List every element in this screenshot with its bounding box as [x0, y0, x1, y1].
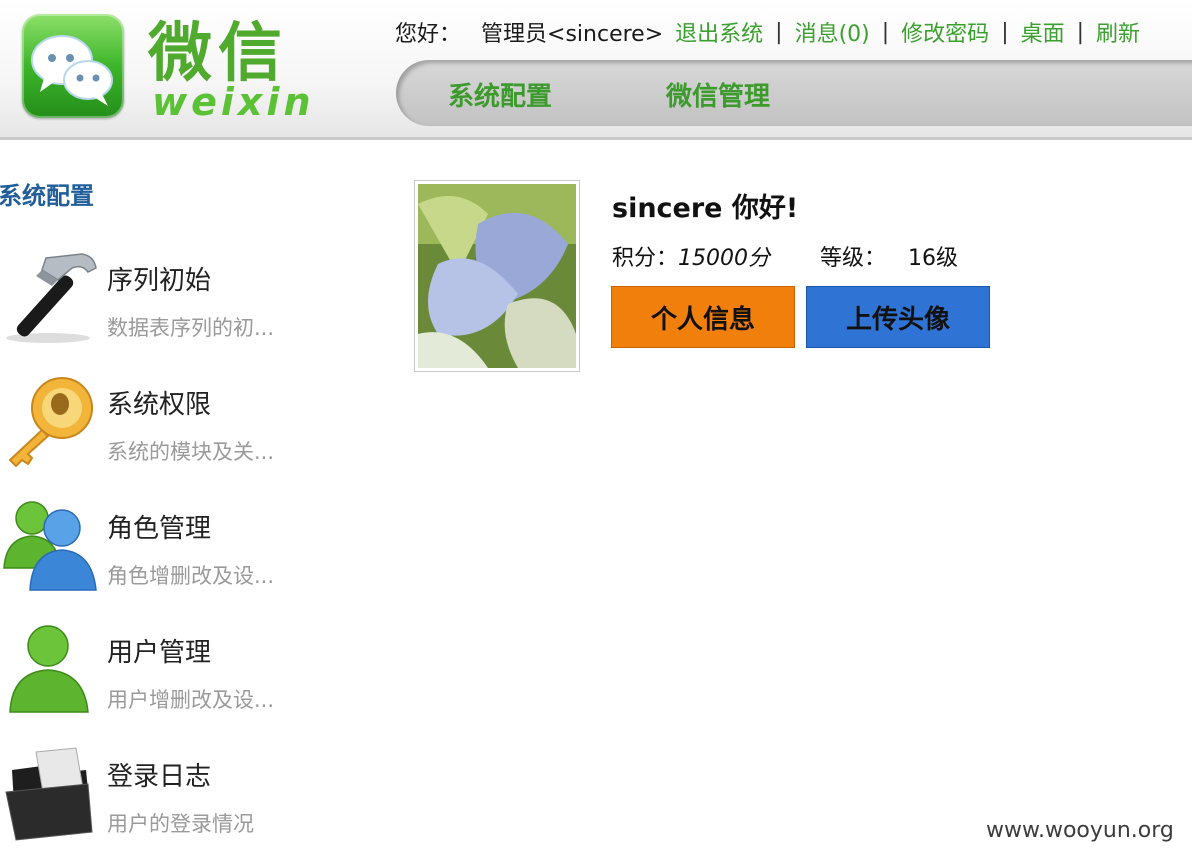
nav-system-config[interactable]: 系统配置: [448, 76, 552, 113]
folder-icon: [2, 746, 98, 842]
wechat-logo-icon: [22, 14, 124, 118]
top-user-bar: 您好： 管理员<sincere> 退出系统 | 消息(0) | 修改密码 | 桌…: [395, 16, 1140, 48]
hammer-icon: [2, 250, 98, 346]
level-value: 16级: [908, 246, 959, 271]
current-user-label: 管理员<sincere>: [481, 22, 664, 47]
nav-wechat-manage[interactable]: 微信管理: [666, 76, 770, 113]
user-stats: 积分：15000分 等级： 16级: [612, 240, 958, 272]
sidebar-item-desc: 用户增删改及设...: [107, 688, 275, 712]
avatar: [414, 180, 580, 372]
header: 微信 weixin 您好： 管理员<sincere> 退出系统 | 消息(0) …: [0, 0, 1192, 140]
sidebar-item-login-log[interactable]: 登录日志 用户的登录情况: [0, 746, 300, 856]
separator: |: [1001, 19, 1009, 45]
sidebar-item-desc: 数据表序列的初...: [107, 316, 275, 340]
messages-link[interactable]: 消息(0): [795, 16, 870, 48]
greeting-label: 您好：: [395, 22, 462, 47]
main-nav: 系统配置 微信管理: [396, 60, 1192, 126]
logo-english-text: weixin: [152, 80, 315, 124]
sidebar-item-desc: 角色增删改及设...: [107, 564, 275, 588]
separator: |: [881, 19, 890, 45]
separator: |: [1076, 19, 1085, 45]
key-icon: [2, 374, 98, 470]
avatar-image: [418, 184, 576, 368]
upload-avatar-button[interactable]: 上传头像: [806, 286, 990, 348]
sidebar-item-users[interactable]: 用户管理 用户增删改及设...: [0, 622, 300, 732]
sidebar-item-roles[interactable]: 角色管理 角色增删改及设...: [0, 498, 300, 608]
level-label: 等级：: [820, 246, 887, 271]
sidebar-item-label: 用户管理: [107, 638, 212, 668]
score-value: 15000分: [678, 246, 771, 271]
logout-link[interactable]: 退出系统: [675, 16, 763, 48]
welcome-heading: sincere 你好!: [612, 193, 799, 224]
separator: |: [775, 19, 783, 45]
sidebar-item-desc: 系统的模块及关...: [107, 440, 275, 464]
user-icon: [2, 622, 98, 718]
sidebar-item-sequence-init[interactable]: 序列初始 数据表序列的初...: [0, 250, 300, 360]
sidebar-item-permissions[interactable]: 系统权限 系统的模块及关...: [0, 374, 300, 484]
users-icon: [2, 498, 98, 594]
sidebar-item-label: 登录日志: [107, 762, 212, 792]
change-password-link[interactable]: 修改密码: [901, 16, 989, 48]
sidebar-title: 系统配置: [0, 182, 94, 210]
watermark: www.wooyun.org: [986, 818, 1174, 843]
personal-info-button[interactable]: 个人信息: [611, 286, 795, 348]
score-label: 积分：: [612, 246, 679, 271]
sidebar-item-label: 序列初始: [107, 266, 212, 296]
refresh-link[interactable]: 刷新: [1096, 16, 1140, 48]
sidebar-item-label: 系统权限: [107, 390, 212, 420]
desktop-link[interactable]: 桌面: [1021, 16, 1065, 48]
sidebar-item-label: 角色管理: [107, 514, 212, 544]
sidebar-item-desc: 用户的登录情况: [107, 812, 254, 836]
